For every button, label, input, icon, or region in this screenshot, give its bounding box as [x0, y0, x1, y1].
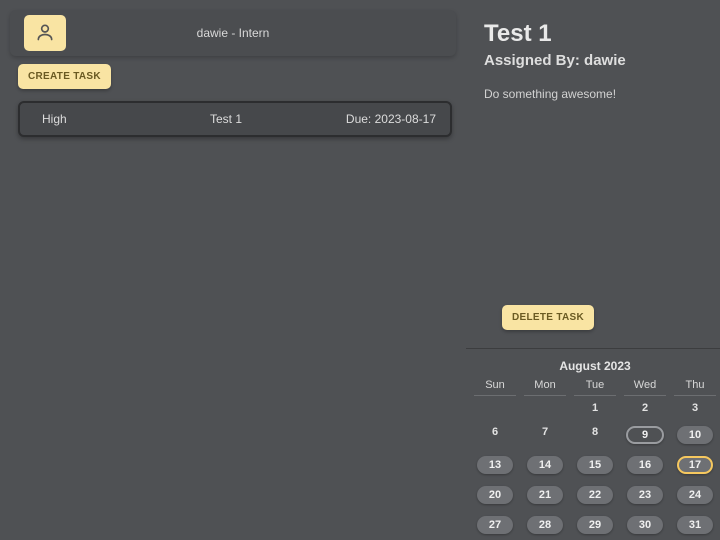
calendar-weekday: Tue	[574, 379, 616, 396]
calendar-day[interactable]: 29	[570, 510, 620, 540]
calendar-day[interactable]: 20	[470, 480, 520, 510]
calendar-day[interactable]: 21	[520, 480, 570, 510]
calendar-day[interactable]: 3	[670, 396, 720, 420]
calendar-day[interactable]: 27	[470, 510, 520, 540]
calendar-title: August 2023	[470, 355, 720, 379]
calendar-day	[520, 396, 570, 420]
calendar-day[interactable]: 14	[520, 450, 570, 480]
user-icon	[35, 22, 55, 45]
calendar-day[interactable]: 17	[670, 450, 720, 480]
app-root: dawie - Intern CREATE TASK High Test 1 D…	[0, 0, 720, 540]
calendar-day	[470, 396, 520, 420]
calendar-day[interactable]: 1	[570, 396, 620, 420]
calendar-day[interactable]: 16	[620, 450, 670, 480]
left-pane: dawie - Intern CREATE TASK High Test 1 D…	[0, 0, 466, 540]
calendar-day[interactable]: 15	[570, 450, 620, 480]
detail-assigned: Assigned By: dawie	[484, 52, 702, 69]
calendar-day[interactable]: 13	[470, 450, 520, 480]
header-user-role: dawie - Intern	[10, 26, 456, 40]
calendar-day[interactable]: 6	[470, 420, 520, 450]
detail-title: Test 1	[484, 20, 702, 48]
calendar-day[interactable]: 10	[670, 420, 720, 450]
task-detail: Test 1 Assigned By: dawie Do something a…	[466, 0, 720, 348]
task-priority: High	[42, 112, 122, 126]
task-due: Due: 2023-08-17	[346, 112, 436, 126]
task-list: High Test 1 Due: 2023-08-17	[0, 89, 466, 137]
delete-row: DELETE TASK	[484, 305, 702, 338]
right-pane: Test 1 Assigned By: dawie Do something a…	[466, 0, 720, 540]
header-card: dawie - Intern	[10, 10, 456, 56]
calendar-day[interactable]: 2	[620, 396, 670, 420]
calendar-day[interactable]: 24	[670, 480, 720, 510]
calendar-day[interactable]: 31	[670, 510, 720, 540]
calendar-day[interactable]: 22	[570, 480, 620, 510]
calendar-day[interactable]: 23	[620, 480, 670, 510]
calendar-weekday: Wed	[624, 379, 666, 396]
delete-task-button[interactable]: DELETE TASK	[502, 305, 594, 330]
calendar-day[interactable]: 7	[520, 420, 570, 450]
calendar-grid: SunMonTueWedThu1236789101314151617202122…	[470, 379, 720, 540]
create-task-button[interactable]: CREATE TASK	[18, 64, 111, 89]
create-task-row: CREATE TASK	[0, 64, 466, 89]
detail-description: Do something awesome!	[484, 87, 702, 305]
calendar-day[interactable]: 30	[620, 510, 670, 540]
calendar-weekday: Mon	[524, 379, 566, 396]
calendar-day[interactable]: 9	[620, 420, 670, 450]
task-row[interactable]: High Test 1 Due: 2023-08-17	[18, 101, 452, 137]
task-title: Test 1	[122, 112, 346, 126]
calendar-day[interactable]: 8	[570, 420, 620, 450]
calendar-weekday: Thu	[674, 379, 716, 396]
calendar: August 2023 SunMonTueWedThu1236789101314…	[466, 348, 720, 540]
profile-button[interactable]	[24, 15, 66, 51]
calendar-weekday: Sun	[474, 379, 516, 396]
calendar-day[interactable]: 28	[520, 510, 570, 540]
